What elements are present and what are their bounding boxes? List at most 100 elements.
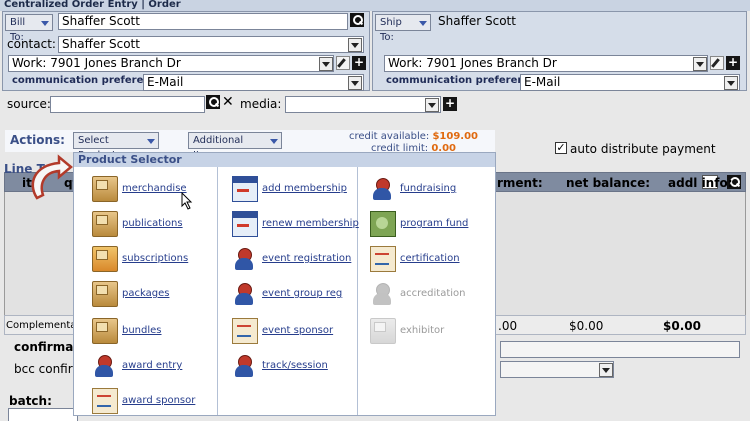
event-registration-label: event registration <box>262 253 352 264</box>
certification-icon <box>370 246 396 272</box>
packages-icon <box>92 281 118 307</box>
accreditation-link: accreditation <box>370 281 508 307</box>
fundraising-icon <box>370 176 396 202</box>
certification-link[interactable]: certification <box>370 246 508 272</box>
bundles-icon <box>92 318 118 344</box>
ship-comm-pref-select[interactable]: E-Mail <box>520 74 740 91</box>
tab-complementary[interactable]: Complementar <box>6 320 81 331</box>
bill-address-add-icon[interactable]: + <box>352 56 366 70</box>
auto-distribute-checkbox[interactable]: ✓ <box>555 142 567 154</box>
ship-address-edit-icon[interactable] <box>710 56 724 70</box>
ship-to-button[interactable]: Ship To: <box>375 14 431 43</box>
batch-label: batch: <box>9 394 52 408</box>
fundraising-link[interactable]: fundraising <box>370 176 508 202</box>
track-session-link[interactable]: track/session <box>232 353 370 379</box>
event-sponsor-icon <box>232 318 258 344</box>
merchandise-icon <box>92 176 118 202</box>
bill-to-name-field[interactable]: Shaffer Scott <box>58 13 348 30</box>
event-registration-link[interactable]: event registration <box>232 246 370 272</box>
track-session-icon <box>232 353 258 379</box>
source-search-icon[interactable] <box>206 95 220 109</box>
event-group-reg-label: event group reg <box>262 288 343 299</box>
grid-header-addl-info: addl info: <box>668 176 733 190</box>
bcc-dropdown-icon[interactable] <box>599 363 613 377</box>
bundles-label: bundles <box>122 325 162 336</box>
certification-label: certification <box>400 253 460 264</box>
bill-address-dropdown-icon[interactable] <box>319 57 333 71</box>
auto-distribute-label: auto distribute payment <box>570 142 716 156</box>
renew-membership-link[interactable]: renew membership <box>232 211 370 237</box>
media-label: media: <box>240 97 282 111</box>
source-clear-icon[interactable]: ✕ <box>222 94 234 110</box>
merchandise-link[interactable]: merchandise <box>92 176 230 202</box>
bill-comm-dropdown-icon[interactable] <box>348 76 362 90</box>
credit-available-value: $109.00 <box>432 131 479 142</box>
credit-available: credit available: $109.00 <box>349 131 478 142</box>
program-fund-link[interactable]: program fund <box>370 211 508 237</box>
publications-label: publications <box>122 218 183 229</box>
total-net-balance: $0.00 <box>569 319 604 333</box>
bill-address-edit-icon[interactable] <box>336 56 350 70</box>
credit-available-label: credit available: <box>349 131 430 142</box>
award-sponsor-icon <box>92 388 118 414</box>
mouse-cursor-icon <box>181 192 193 210</box>
source-input[interactable] <box>50 96 205 113</box>
total-addl: $0.00 <box>663 319 701 333</box>
exhibitor-label: exhibitor <box>400 325 445 336</box>
bill-comm-pref-select[interactable]: E-Mail <box>143 74 364 91</box>
batch-input[interactable] <box>8 408 78 421</box>
track-session-label: track/session <box>262 360 328 371</box>
bundles-link[interactable]: bundles <box>92 318 230 344</box>
award-sponsor-label: award sponsor <box>122 395 196 406</box>
additional-items-button[interactable]: Additional Items <box>188 132 282 161</box>
program-fund-icon <box>370 211 396 237</box>
award-sponsor-link[interactable]: award sponsor <box>92 388 230 414</box>
publications-link[interactable]: publications <box>92 211 230 237</box>
packages-label: packages <box>122 288 170 299</box>
contact-select[interactable]: Shaffer Scott <box>58 36 364 53</box>
renew-membership-label: renew membership <box>262 218 359 229</box>
bill-to-search-icon[interactable] <box>350 13 364 27</box>
ship-comm-dropdown-icon[interactable] <box>724 76 738 90</box>
contact-dropdown-icon[interactable] <box>348 38 362 52</box>
add-membership-label: add membership <box>262 183 347 194</box>
add-membership-icon <box>232 176 258 202</box>
accreditation-icon <box>370 281 396 307</box>
ship-address-add-icon[interactable]: + <box>726 56 740 70</box>
actions-label: Actions: <box>10 133 65 147</box>
award-entry-icon <box>92 353 118 379</box>
award-entry-link[interactable]: award entry <box>92 353 230 379</box>
source-label: source: <box>7 97 51 111</box>
select-product-button[interactable]: Select Product <box>73 132 159 161</box>
grid-header-net-balance: net balance: <box>566 176 651 190</box>
event-group-reg-link[interactable]: event group reg <box>232 281 370 307</box>
publications-icon <box>92 211 118 237</box>
actions-bar: Actions: Select Product Additional Items… <box>5 130 495 161</box>
bill-to-address-select[interactable]: Work: 7901 Jones Branch Dr <box>8 55 334 72</box>
media-add-icon[interactable]: + <box>443 97 457 111</box>
program-fund-label: program fund <box>400 218 469 229</box>
event-registration-icon <box>232 246 258 272</box>
bcc-select[interactable] <box>500 361 614 378</box>
bill-to-button[interactable]: Bill To: <box>5 14 53 43</box>
add-membership-link[interactable]: add membership <box>232 176 370 202</box>
pointer-arrow-icon <box>31 154 73 200</box>
contact-label: contact: <box>7 37 56 51</box>
subscriptions-icon <box>92 246 118 272</box>
ship-comm-pref-label: communication preference: <box>386 75 542 86</box>
event-group-reg-icon <box>232 281 258 307</box>
window-title: Centralized Order Entry | Order <box>0 0 750 11</box>
event-sponsor-link[interactable]: event sponsor <box>232 318 370 344</box>
product-selector-title: Product Selector <box>74 153 495 167</box>
ship-to-name: Shaffer Scott <box>438 14 516 28</box>
media-dropdown-icon[interactable] <box>425 98 439 112</box>
subscriptions-link[interactable]: subscriptions <box>92 246 230 272</box>
packages-link[interactable]: packages <box>92 281 230 307</box>
media-select[interactable] <box>285 96 441 113</box>
renew-membership-icon <box>232 211 258 237</box>
exhibitor-icon <box>370 318 396 344</box>
ship-address-dropdown-icon[interactable] <box>693 57 707 71</box>
ship-to-address-select[interactable]: Work: 7901 Jones Branch Dr <box>384 55 708 72</box>
confirmation-input[interactable] <box>500 341 740 358</box>
accreditation-label: accreditation <box>400 288 466 299</box>
